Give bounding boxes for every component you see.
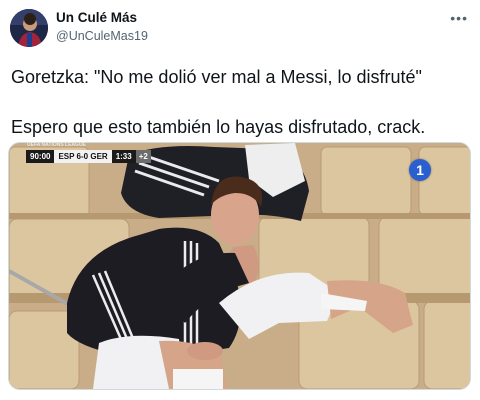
scoreboard-overlay: 90:00 ESP 6-0 GER 1:33 +2 xyxy=(26,150,151,163)
channel-logo: 1 xyxy=(409,159,431,181)
stadium-photo xyxy=(9,143,470,389)
tweet-card: Un Culé Más @UnCuleMas19 ••• Goretzka: "… xyxy=(0,0,480,400)
more-dots-icon[interactable]: ••• xyxy=(450,10,468,26)
match-score: ESP 6-0 GER xyxy=(54,150,112,163)
tweet-text-line-1: Goretzka: "No me dolió ver mal a Messi, … xyxy=(11,67,422,87)
added-time: +2 xyxy=(135,150,151,163)
tweet-text-line-2: Espero que esto también lo hayas disfrut… xyxy=(11,117,426,137)
display-name[interactable]: Un Culé Más xyxy=(56,10,137,25)
match-time: 90:00 xyxy=(26,150,55,163)
tweet-media-image[interactable] xyxy=(8,142,471,390)
avatar-image xyxy=(10,9,48,47)
clock-value: 1:33 xyxy=(111,150,136,163)
avatar[interactable] xyxy=(10,9,48,47)
user-handle[interactable]: @UnCuleMas19 xyxy=(56,29,148,43)
league-label: UEFA NATIONS LEAGUE xyxy=(27,142,86,148)
